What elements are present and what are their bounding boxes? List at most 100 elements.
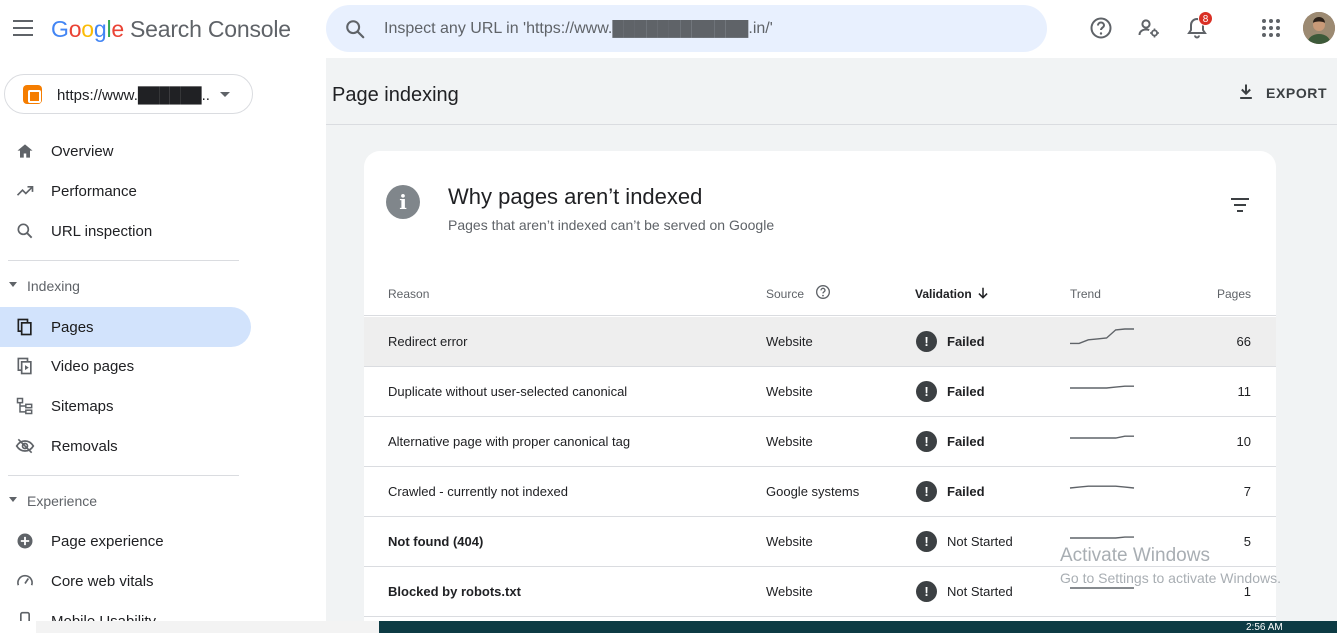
- export-label: EXPORT: [1266, 85, 1328, 101]
- help-icon[interactable]: [1089, 16, 1113, 40]
- trending-up-icon: [16, 186, 34, 196]
- table-row[interactable]: Redirect error Website! Failed 66: [364, 317, 1276, 367]
- page-title: Page indexing: [332, 84, 459, 106]
- validation-alert-icon: !: [916, 381, 937, 402]
- taskbar-search[interactable]: [36, 621, 379, 633]
- sidebar-item-sitemaps[interactable]: Sitemaps: [0, 386, 251, 426]
- activate-windows-subtitle: Go to Settings to activate Windows.: [1060, 570, 1281, 586]
- page-header: Page indexing EXPORT: [326, 58, 1337, 125]
- trend-line: [1070, 328, 1134, 345]
- sidebar-item-page-experience[interactable]: Page experience: [0, 521, 251, 561]
- section-indexing-toggle[interactable]: Indexing: [0, 271, 251, 301]
- table-row[interactable]: Alternative page with proper canonical t…: [364, 417, 1276, 467]
- row-reason: Alternative page with proper canonical t…: [388, 434, 631, 449]
- sidebar-item-label: Page experience: [51, 533, 164, 550]
- trend-line: [1070, 385, 1134, 389]
- row-pages-count: 1: [1243, 584, 1251, 599]
- table-header: Reason Source Validation Trend Pages: [364, 269, 1276, 316]
- column-header-source[interactable]: Source: [766, 287, 804, 301]
- validation-alert-icon: !: [916, 331, 937, 352]
- row-source: Website: [766, 334, 813, 349]
- user-avatar[interactable]: [1303, 12, 1335, 44]
- sidebar-item-removals[interactable]: Removals: [0, 426, 251, 466]
- search-icon: [17, 223, 33, 239]
- card-title: Why pages aren’t indexed: [448, 184, 703, 209]
- sidebar-item-label: Video pages: [51, 358, 135, 375]
- sidebar-item-overview[interactable]: Overview: [0, 131, 251, 171]
- account-settings-icon[interactable]: [1137, 16, 1161, 40]
- validation-alert-icon: !: [916, 531, 937, 552]
- url-inspect-search[interactable]: [326, 5, 1047, 52]
- row-pages-count: 11: [1237, 384, 1252, 399]
- sidebar-item-core-web-vitals[interactable]: Core web vitals: [0, 561, 251, 601]
- row-trend-sparkline: [1069, 485, 1135, 489]
- sort-arrow-down-icon[interactable]: [976, 286, 990, 300]
- table-row[interactable]: Crawled - currently not indexed Google sy…: [364, 467, 1276, 517]
- main-menu-icon[interactable]: [13, 20, 33, 36]
- table-row[interactable]: Duplicate without user-selected canonica…: [364, 367, 1276, 417]
- section-experience-label: Experience: [27, 493, 98, 509]
- app-logo[interactable]: Google Search Console: [51, 16, 291, 43]
- section-indexing-label: Indexing: [27, 278, 80, 294]
- top-bar: GoogleSearch Console 8: [0, 0, 1337, 58]
- collapse-arrow-icon: [9, 282, 17, 287]
- avatar-photo: [1303, 12, 1335, 44]
- row-reason: Duplicate without user-selected canonica…: [388, 384, 628, 399]
- trend-line: [1070, 536, 1134, 539]
- trend-line: [1069, 485, 1135, 489]
- sidebar-item-label: Removals: [51, 438, 118, 455]
- url-inspect-input[interactable]: [384, 17, 1024, 41]
- logo-letter: G: [51, 16, 69, 42]
- product-name: Search Console: [130, 16, 291, 42]
- row-pages-count: 10: [1236, 434, 1251, 449]
- logo-letter: g: [93, 16, 107, 42]
- row-validation-status: Failed: [947, 484, 985, 499]
- sidebar-item-url-inspection[interactable]: URL inspection: [0, 211, 251, 251]
- section-experience-toggle[interactable]: Experience: [0, 486, 251, 516]
- sidebar-item-performance[interactable]: Performance: [0, 171, 251, 211]
- sidebar-item-video-pages[interactable]: Video pages: [0, 346, 251, 386]
- filter-icon[interactable]: [1230, 197, 1250, 213]
- apps-grid-icon[interactable]: [1259, 16, 1283, 40]
- row-source: Website: [766, 534, 813, 549]
- sidebar-divider: [8, 475, 239, 476]
- logo-letter: o: [68, 16, 82, 42]
- source-help-icon[interactable]: [815, 284, 831, 300]
- sidebar-item-label: URL inspection: [51, 223, 153, 240]
- validation-alert-icon: !: [916, 581, 937, 602]
- taskbar-clock: 2:56 AM: [1246, 622, 1283, 633]
- column-header-validation[interactable]: Validation: [915, 287, 972, 301]
- pages-icon: [17, 318, 32, 336]
- column-header-trend: Trend: [1070, 287, 1101, 301]
- row-validation-status: Failed: [947, 334, 985, 349]
- property-selector[interactable]: https://www.██████..: [4, 74, 253, 114]
- sitemap-icon: [16, 397, 33, 415]
- row-pages-count: 5: [1243, 534, 1251, 549]
- column-header-pages[interactable]: Pages: [1217, 287, 1251, 301]
- info-icon: i: [386, 185, 420, 219]
- sidebar-item-label: Performance: [51, 183, 137, 200]
- sidebar-item-label: Pages: [51, 319, 94, 336]
- sidebar: https://www.██████.. Overview Performanc…: [0, 58, 326, 633]
- trend-line: [1070, 435, 1134, 439]
- activate-windows-title: Activate Windows: [1060, 545, 1210, 566]
- logo-letter: e: [111, 16, 124, 42]
- logo-letter: o: [81, 16, 94, 42]
- home-icon: [17, 144, 33, 158]
- property-url: https://www.██████..: [57, 87, 210, 104]
- taskbar-start[interactable]: [0, 621, 36, 633]
- dropdown-caret-icon: [220, 92, 230, 97]
- row-trend-sparkline: [1070, 435, 1134, 439]
- sidebar-divider: [8, 260, 239, 261]
- column-header-reason[interactable]: Reason: [388, 287, 429, 301]
- removals-icon: [15, 438, 35, 454]
- row-source: Website: [766, 384, 813, 399]
- row-trend-sparkline: [1070, 328, 1134, 345]
- row-trend-sparkline: [1070, 385, 1134, 389]
- collapse-arrow-icon: [9, 497, 17, 502]
- row-reason: Redirect error: [388, 334, 468, 349]
- sidebar-item-pages[interactable]: Pages: [0, 307, 251, 347]
- page-experience-icon: [17, 533, 33, 549]
- sidebar-item-mobile-usability[interactable]: Mobile Usability: [0, 601, 251, 623]
- row-reason: Not found (404): [388, 534, 484, 549]
